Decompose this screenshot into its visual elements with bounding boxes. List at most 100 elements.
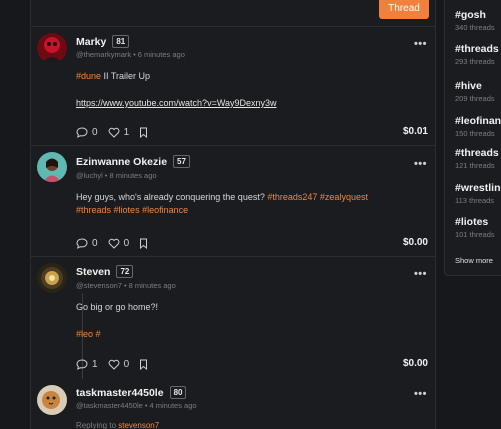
post-author: Marky 81: [76, 35, 130, 48]
heart-icon: [108, 238, 119, 249]
thread-post: Marky 81 @themarkymark • 6 minutes ago ••• …: [31, 27, 435, 146]
post-body: Go big or go home?!: [76, 302, 159, 312]
author-name[interactable]: taskmaster4450le: [76, 387, 164, 399]
feed-topbar: Thread: [31, 0, 435, 27]
post-text: Hey guys, who's already conquering the q…: [76, 192, 265, 202]
like-action[interactable]: 0: [108, 237, 130, 249]
more-options-icon[interactable]: •••: [414, 158, 427, 170]
show-more-link[interactable]: Show more: [455, 256, 493, 265]
trend-tag: #gosh: [455, 9, 486, 21]
like-action[interactable]: 1: [108, 126, 130, 138]
post-meta: @taskmaster4450le • 4 minutes ago: [76, 401, 197, 410]
bookmark-icon: [140, 238, 148, 249]
post-meta: @stevenson7 • 8 minutes ago: [76, 281, 176, 290]
trend-tag: #leofinance: [455, 115, 501, 127]
comment-count: 1: [92, 358, 98, 370]
bookmark-icon: [140, 127, 148, 138]
trend-count: 293 threads: [455, 57, 495, 66]
post-meta: @luchyl • 8 minutes ago: [76, 171, 157, 180]
comment-action[interactable]: 0: [76, 238, 98, 249]
trend-tag: #hive: [455, 80, 482, 92]
reputation-badge: 57: [173, 155, 190, 168]
post-actions: 1 0: [76, 358, 162, 370]
trend-tag: #threads: [455, 147, 499, 159]
post-meta: @themarkymark • 6 minutes ago: [76, 50, 185, 59]
comment-icon: [76, 126, 88, 138]
post-payout[interactable]: $0.00: [403, 237, 428, 248]
comment-action[interactable]: 0: [76, 127, 98, 138]
more-options-icon[interactable]: •••: [414, 268, 427, 280]
hashtag-link[interactable]: #threads247: [267, 192, 317, 202]
trending-sidebar: #gosh 340 threads #threads 293 threads #hi…: [444, 0, 501, 276]
post-time: 8 minutes ago: [128, 281, 176, 290]
like-count: 1: [123, 126, 130, 138]
bookmark-action[interactable]: [139, 359, 152, 370]
avatar[interactable]: [37, 33, 67, 63]
post-author: Ezinwanne Okezie 57: [76, 155, 190, 168]
comment-action[interactable]: 1: [76, 359, 98, 370]
like-count: 0: [123, 237, 130, 249]
trend-count: 101 threads: [455, 230, 495, 239]
trend-item[interactable]: #threads 121 threads: [455, 147, 501, 170]
post-text: II Trailer Up: [101, 71, 151, 81]
post-actions: 0 0: [76, 237, 162, 249]
author-name[interactable]: Ezinwanne Okezie: [76, 156, 167, 168]
more-options-icon[interactable]: •••: [414, 388, 427, 400]
hashtag-link[interactable]: #liotes: [114, 205, 140, 215]
hashtag-link[interactable]: #threads: [76, 205, 111, 215]
author-handle[interactable]: @themarkymark: [76, 50, 131, 59]
trend-item[interactable]: #hive 209 threads: [455, 80, 501, 103]
trend-count: 113 threads: [455, 196, 495, 205]
avatar[interactable]: [37, 152, 67, 182]
bookmark-action[interactable]: [139, 127, 152, 138]
post-body: #dune II Trailer Up: [76, 70, 406, 83]
trend-count: 340 threads: [455, 23, 495, 32]
trend-count: 209 threads: [455, 94, 495, 103]
replying-to-link[interactable]: stevenson7: [118, 421, 159, 429]
post-payout[interactable]: $0.01: [403, 126, 428, 137]
comment-icon: [76, 237, 88, 249]
trend-item[interactable]: #leofinance 150 threads: [455, 115, 501, 138]
trend-item[interactable]: #gosh 340 threads: [455, 9, 501, 32]
trend-item[interactable]: #liotes 101 threads: [455, 216, 501, 239]
hashtag-link[interactable]: #: [96, 329, 101, 339]
bookmark-icon: [140, 359, 148, 370]
avatar[interactable]: [37, 263, 67, 293]
youtube-link[interactable]: https://www.youtube.com/watch?v=Way9Dexn…: [76, 98, 277, 108]
bookmark-action[interactable]: [139, 238, 152, 249]
post-tags: #leo #: [76, 328, 406, 341]
comment-count: 0: [92, 126, 98, 138]
thread-post: Ezinwanne Okezie 57 @luchyl • 8 minutes ago…: [31, 146, 435, 257]
post-time: 8 minutes ago: [109, 171, 157, 180]
post-author: taskmaster4450le 80: [76, 386, 187, 399]
trend-tag: #threads: [455, 43, 499, 55]
author-handle[interactable]: @taskmaster4450le: [76, 401, 143, 410]
more-options-icon[interactable]: •••: [414, 38, 427, 50]
hashtag-link[interactable]: #zealyquest: [320, 192, 368, 202]
like-action[interactable]: 0: [108, 359, 129, 370]
post-body: Hey guys, who's already conquering the q…: [76, 191, 406, 217]
avatar[interactable]: [37, 385, 67, 415]
heart-icon: [108, 359, 119, 370]
author-name[interactable]: Marky: [76, 36, 106, 48]
hashtag-link[interactable]: #leofinance: [142, 205, 188, 215]
trend-count: 121 threads: [455, 161, 495, 170]
author-name[interactable]: Steven: [76, 266, 110, 278]
post-author: Steven 72: [76, 265, 134, 278]
reputation-badge: 81: [112, 35, 130, 48]
author-handle[interactable]: @stevenson7: [76, 281, 122, 290]
thread-post: Steven 72 @stevenson7 • 8 minutes ago ••• G…: [31, 257, 435, 379]
hashtag-link[interactable]: #dune: [76, 71, 101, 81]
heart-icon: [108, 127, 119, 138]
hashtag-link[interactable]: #leo: [76, 329, 93, 339]
meta-separator: •: [133, 50, 136, 59]
thread-post: taskmaster4450le 80 @taskmaster4450le • 4 m…: [31, 379, 435, 429]
comment-icon: [76, 358, 88, 370]
post-payout[interactable]: $0.00: [403, 358, 428, 369]
feed: Thread Marky 81 @themarkymark • 6 minutes a…: [30, 0, 436, 429]
trend-item[interactable]: #threads 293 threads: [455, 43, 501, 66]
author-handle[interactable]: @luchyl: [76, 171, 103, 180]
trend-item[interactable]: #wrestling 113 threads: [455, 182, 501, 205]
meta-separator: •: [144, 401, 148, 410]
new-thread-button[interactable]: Thread: [379, 0, 429, 19]
